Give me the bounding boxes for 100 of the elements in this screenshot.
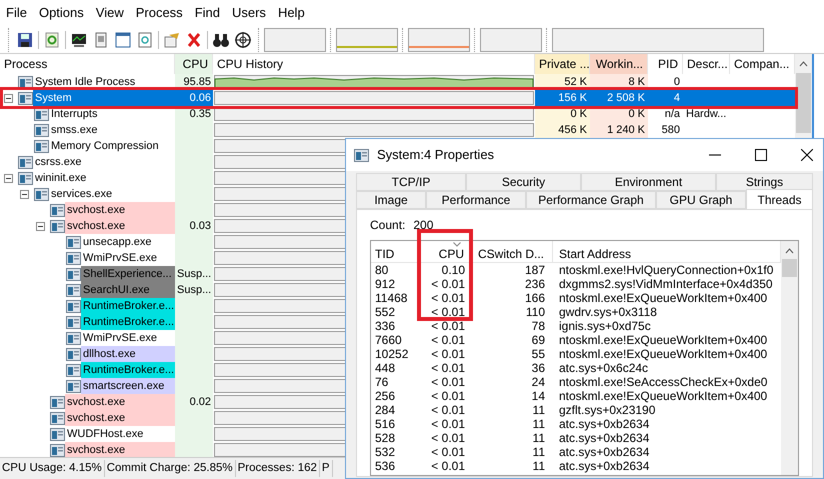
- table-cell-text: atc.sys+0xb2634: [558, 459, 650, 473]
- process-name[interactable]: RuntimeBroker.e...: [81, 362, 175, 378]
- collapse-icon[interactable]: [4, 94, 13, 102]
- process-icon: [66, 316, 81, 328]
- tab[interactable]: TCP/IP: [356, 173, 466, 191]
- column-header[interactable]: TID: [371, 241, 419, 262]
- process-name[interactable]: svchost.exe: [65, 410, 175, 426]
- menu-item[interactable]: Process: [136, 3, 183, 23]
- maximize-icon[interactable]: [755, 149, 767, 161]
- sort-caret-icon: [453, 242, 461, 247]
- process-icon: [50, 220, 65, 232]
- column-header[interactable]: Descr...: [683, 54, 730, 74]
- column-header[interactable]: CSwitch D...: [473, 241, 553, 262]
- process-icon: [50, 428, 65, 440]
- scrollbar[interactable]: [781, 241, 798, 475]
- tab[interactable]: Environment: [581, 173, 716, 191]
- collapse-icon[interactable]: [36, 222, 45, 230]
- process-name[interactable]: RuntimeBroker.e...: [81, 298, 175, 314]
- process-name[interactable]: svchost.exe: [65, 442, 175, 458]
- status-text: CPU Usage: 4.15%: [0, 460, 105, 478]
- table-cell-text: < 0.01: [430, 305, 466, 319]
- tab[interactable]: Image: [356, 191, 426, 209]
- process-name[interactable]: unsecapp.exe: [81, 234, 175, 250]
- table-cell-text: ntoskml.exe!ExQueueWorkItem+0x400: [558, 389, 768, 403]
- count-label: Count:: [370, 217, 406, 234]
- tab[interactable]: Strings: [716, 173, 813, 191]
- process-name[interactable]: System: [33, 90, 175, 106]
- table-cell: 0.03: [175, 218, 213, 234]
- column-header[interactable]: PID: [648, 54, 683, 74]
- process-icon: [18, 76, 33, 88]
- tab[interactable]: Performance: [426, 191, 526, 209]
- tab[interactable]: Threads: [746, 189, 813, 209]
- menu-item[interactable]: Options: [38, 3, 84, 23]
- scroll-up-icon[interactable]: [799, 61, 808, 67]
- column-header[interactable]: Private ...: [535, 54, 590, 74]
- process-name[interactable]: System Idle Process: [33, 74, 175, 90]
- process-icon: [66, 268, 81, 280]
- table-cell-text: atc.sys+0x6c24c: [558, 361, 650, 375]
- table-cell-text: 110: [524, 305, 546, 319]
- close-icon[interactable]: [801, 149, 813, 161]
- table-cell-text: 912: [374, 277, 396, 291]
- process-name[interactable]: dllhost.exe: [81, 346, 175, 362]
- menu-item[interactable]: Users: [232, 3, 266, 23]
- table-cell-text: 10252: [374, 347, 410, 361]
- process-icon: [34, 124, 49, 136]
- collapse-icon[interactable]: [4, 174, 13, 182]
- table-cell-text: atc.sys+0xb2634: [558, 417, 650, 431]
- table-cell-text: 284: [374, 403, 396, 417]
- process-name[interactable]: Memory Compression: [49, 138, 175, 154]
- table-cell-text: 7660: [374, 333, 403, 347]
- process-icon: [66, 380, 81, 392]
- table-cell-text: atc.sys+0xb2634: [558, 445, 650, 459]
- process-name[interactable]: RuntimeBroker.e...: [81, 314, 175, 330]
- table-cell-text: < 0.01: [430, 417, 466, 431]
- process-name[interactable]: smss.exe: [49, 122, 175, 138]
- tab[interactable]: GPU Graph: [656, 191, 746, 209]
- scrollbar-thumb[interactable]: [782, 259, 797, 277]
- tab[interactable]: Security: [466, 173, 581, 191]
- table-cell-text: 536: [374, 459, 396, 473]
- process-name[interactable]: svchost.exe: [65, 202, 175, 218]
- menu-item[interactable]: Find: [194, 3, 220, 23]
- column-header[interactable]: CPU: [419, 241, 473, 262]
- table-cell-text: 80: [374, 263, 390, 277]
- scrollbar-thumb[interactable]: [796, 73, 811, 133]
- table-cell-text: gzflt.sys+0x23190: [558, 403, 656, 417]
- process-name[interactable]: WmiPrvSE.exe: [81, 250, 175, 266]
- process-name[interactable]: svchost.exe: [65, 218, 175, 234]
- table-cell-text: ntoskml.exe!HvlQueryConnection+0x1f0: [558, 263, 774, 277]
- process-name[interactable]: csrss.exe: [33, 154, 175, 170]
- process-name[interactable]: svchost.exe: [65, 394, 175, 410]
- menu-item[interactable]: Help: [278, 3, 305, 23]
- collapse-icon[interactable]: [20, 190, 29, 198]
- table-cell-text: 236: [524, 277, 546, 291]
- tab[interactable]: Performance Graph: [526, 191, 656, 209]
- process-name[interactable]: services.exe: [49, 186, 175, 202]
- process-name[interactable]: WmiPrvSE.exe: [81, 330, 175, 346]
- process-name[interactable]: Interrupts: [49, 106, 175, 122]
- menu-item[interactable]: View: [96, 3, 124, 23]
- process-name[interactable]: ShellExperience...: [81, 266, 175, 282]
- table-cell-text: ntoskml.exe!ExQueueWorkItem+0x400: [558, 291, 768, 305]
- process-icon: [66, 332, 81, 344]
- process-name[interactable]: wininit.exe: [33, 170, 175, 186]
- table-cell-text: 187: [524, 263, 546, 277]
- column-header[interactable]: Workin...: [590, 54, 648, 74]
- scroll-up-icon[interactable]: [785, 248, 794, 254]
- table-cell-text: ntoskml.exe!ExQueueWorkItem+0x400: [558, 347, 768, 361]
- menu-item[interactable]: File: [6, 3, 27, 23]
- process-name[interactable]: SearchUI.exe: [81, 282, 175, 298]
- process-name[interactable]: smartscreen.exe: [81, 378, 175, 394]
- table-cell-text: < 0.01: [430, 291, 466, 305]
- table-cell-text: 14: [530, 389, 546, 403]
- table-cell-text: 11: [532, 445, 546, 459]
- column-header[interactable]: CPU: [175, 54, 213, 74]
- table-cell-text: ntoskml.exe!ExQueueWorkItem+0x400: [558, 333, 768, 347]
- table-cell: 156 K: [535, 90, 590, 106]
- table-cell-text: ntoskml.exe!SeAccessCheckEx+0xde0: [558, 375, 768, 389]
- table-cell-text: 69: [530, 333, 546, 347]
- table-cell-text: 11468: [374, 291, 408, 305]
- table-cell-text: < 0.01: [430, 375, 466, 389]
- process-name[interactable]: WUDFHost.exe: [65, 426, 175, 442]
